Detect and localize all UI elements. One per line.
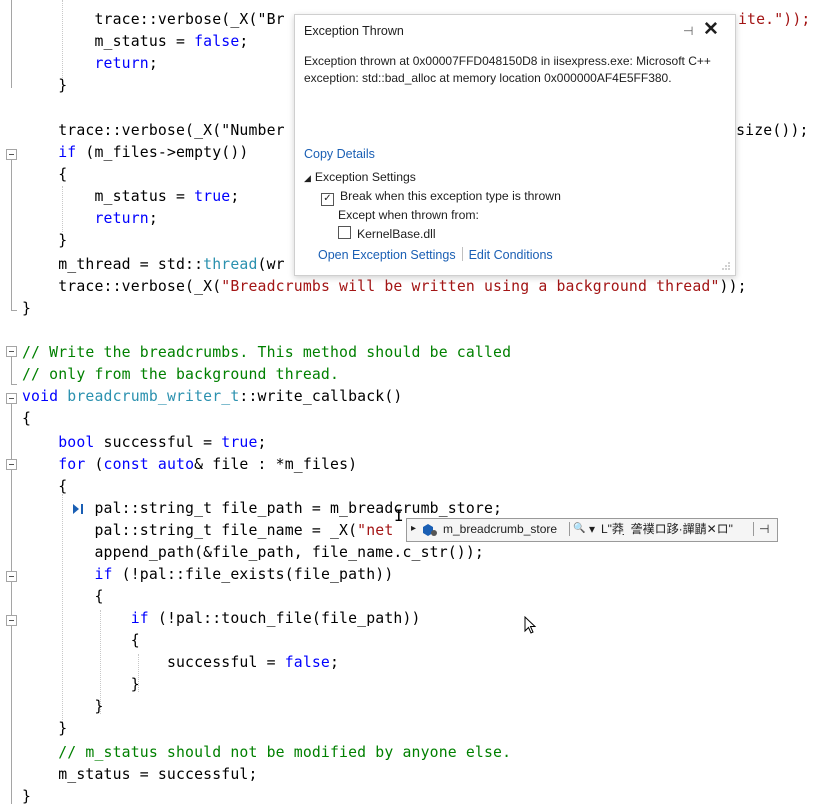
execution-pointer-icon <box>73 504 83 514</box>
pin-icon[interactable]: ⊣ <box>683 24 693 38</box>
exception-thrown-popup: Exception Thrown ⊣ ✕ Exception thrown at… <box>294 14 736 276</box>
code-line: { <box>22 410 32 427</box>
code-line: return; <box>94 55 158 72</box>
visualizer-dropdown-icon[interactable]: ▾ <box>589 519 595 539</box>
code-line: for (const auto& file : *m_files) <box>58 456 358 473</box>
edit-conditions-link[interactable]: Edit Conditions <box>469 248 553 262</box>
collapse-toggle[interactable] <box>6 149 17 160</box>
outline-line <box>11 0 12 88</box>
code-line: pal::string_t file_path = m_breadcrumb_s… <box>94 500 503 517</box>
code-line: } <box>58 720 68 737</box>
collapse-toggle[interactable] <box>6 459 17 470</box>
outline-end <box>11 384 17 385</box>
code-line: // only from the background thread. <box>22 366 340 383</box>
search-icon[interactable]: 🔍 <box>573 519 585 539</box>
copy-details-link[interactable]: Copy Details <box>304 147 375 161</box>
popup-title: Exception Thrown <box>304 24 404 38</box>
link-separator <box>461 247 463 261</box>
code-line: successful = false; <box>166 654 340 671</box>
code-line: if (!pal::file_exists(file_path)) <box>94 566 394 583</box>
exception-message: Exception thrown at 0x00007FFD048150D8 i… <box>304 54 711 85</box>
code-line: m_status = false; <box>94 33 249 50</box>
break-checkbox-row[interactable]: ✓ Break when this exception type is throw… <box>321 189 561 206</box>
code-line: { <box>94 588 104 605</box>
code-line: // m_status should not be modified by an… <box>58 744 512 761</box>
datatip-separator <box>753 522 754 536</box>
code-line: } <box>130 676 140 693</box>
collapse-toggle[interactable] <box>6 393 17 404</box>
expand-icon[interactable]: ▸ <box>411 519 416 539</box>
collapse-arrow-icon[interactable]: ◢ <box>304 173 311 183</box>
kernelbase-label: KernelBase.dll <box>357 227 436 241</box>
code-line: m_thread = std::thread(wr <box>58 256 285 273</box>
kernelbase-checkbox[interactable] <box>338 226 351 239</box>
kernelbase-checkbox-row[interactable]: KernelBase.dll <box>338 226 436 241</box>
code-line: { <box>58 478 68 495</box>
exception-settings-label: Exception Settings <box>314 170 416 184</box>
popup-links: Open Exception Settings Edit Conditions <box>318 247 553 262</box>
code-line: return; <box>94 210 158 227</box>
except-label: Except when thrown from: <box>338 208 479 222</box>
code-line: // Write the breadcrumbs. This method sh… <box>22 344 512 361</box>
pin-icon[interactable]: ⊣ <box>759 519 769 539</box>
close-icon[interactable]: ✕ <box>703 18 719 41</box>
code-line: trace::verbose(_X("Number <box>58 122 285 139</box>
code-line: trace::verbose(_X("Br <box>94 11 285 28</box>
break-checkbox[interactable]: ✓ <box>321 193 334 206</box>
resize-grip-icon[interactable] <box>719 259 731 271</box>
code-line: append_path(&file_path, file_name.c_str(… <box>94 544 484 561</box>
exception-settings-header[interactable]: ◢ Exception Settings <box>304 170 416 184</box>
code-line: } <box>22 300 32 317</box>
code-line: { <box>130 632 140 649</box>
break-checkbox-label: Break when this exception type is thrown <box>340 189 561 203</box>
code-line: m_status = successful; <box>58 766 258 783</box>
code-line: void breadcrumb_writer_t::write_callback… <box>22 388 403 405</box>
mouse-pointer-icon <box>524 616 537 634</box>
outline-line <box>11 470 12 740</box>
code-line: { <box>58 166 68 183</box>
datatip-variable-name: m_breadcrumb_store <box>443 522 558 536</box>
code-line: } <box>58 232 68 249</box>
collapse-toggle[interactable] <box>6 346 17 357</box>
open-exception-settings-link[interactable]: Open Exception Settings <box>318 248 456 262</box>
variable-icon <box>423 524 437 536</box>
code-line: pal::string_t file_name = _X("net <box>94 522 394 539</box>
datatip-value[interactable]: L"莽 ̣̣ 詟襆ロ跢·譂鼱✕ロ" <box>601 519 733 539</box>
outline-line <box>11 160 12 310</box>
code-line: if (m_files->empty()) <box>58 144 249 161</box>
code-line: } <box>94 698 104 715</box>
outline-line <box>11 356 12 384</box>
variable-datatip[interactable]: ▸ m_breadcrumb_store 🔍 ▾ L"莽 ̣̣ 詟襆ロ跢·譂鼱✕… <box>406 518 778 542</box>
code-line: if (!pal::touch_file(file_path)) <box>130 610 421 627</box>
text-cursor-icon: I <box>394 506 404 525</box>
code-line: m_status = true; <box>94 188 240 205</box>
code-line: ite.")); <box>738 11 811 28</box>
collapse-toggle[interactable] <box>6 571 17 582</box>
outline-end <box>11 310 17 311</box>
code-line: } <box>58 77 68 94</box>
code-line: } <box>22 788 32 805</box>
code-line: trace::verbose(_X("Breadcrumbs will be w… <box>58 278 747 295</box>
code-line: bool successful = true; <box>58 434 267 451</box>
datatip-separator <box>569 522 570 536</box>
collapse-toggle[interactable] <box>6 615 17 626</box>
